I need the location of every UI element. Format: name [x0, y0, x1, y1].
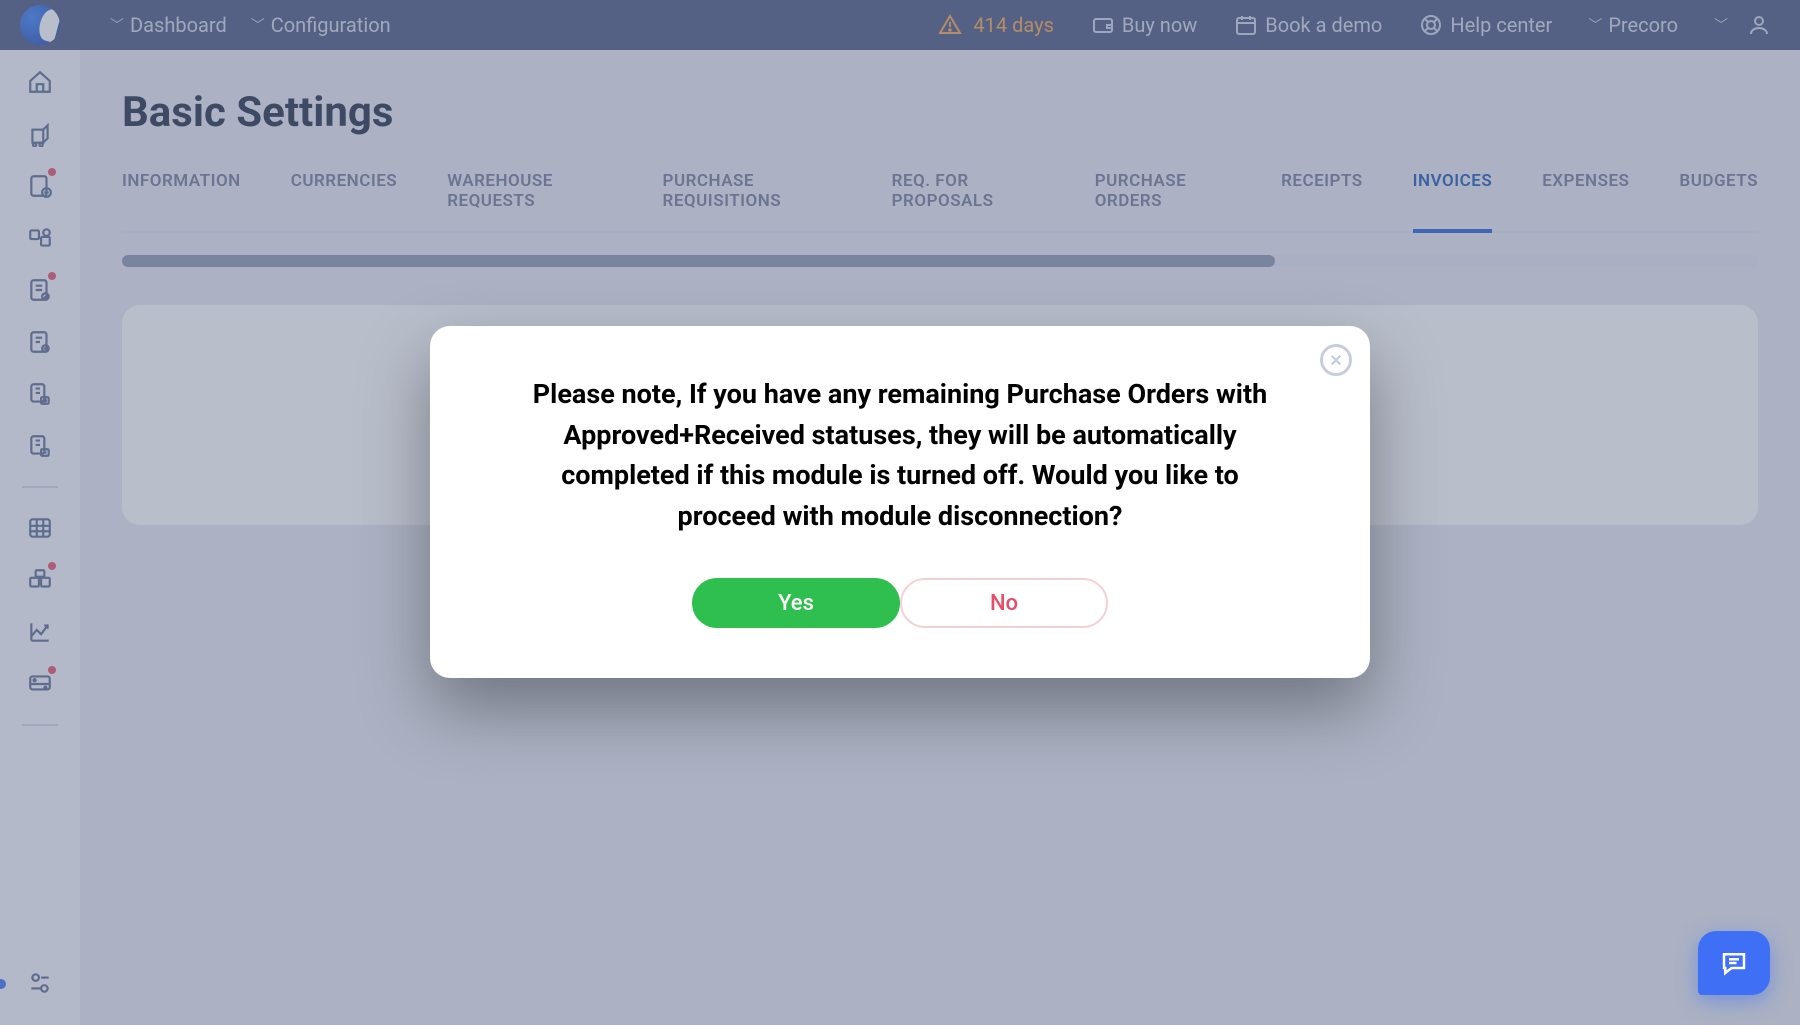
chevron-down-icon: ﹀ [251, 15, 265, 35]
nav-configuration[interactable]: ﹀ Configuration [251, 13, 391, 37]
confirm-modal: ✕ Please note, If you have any remaining… [430, 326, 1370, 678]
scrollbar-thumb[interactable] [122, 255, 1275, 267]
sidebar-item-invoices[interactable] [18, 372, 62, 416]
tab-scrollbar[interactable] [122, 255, 1758, 267]
chat-widget[interactable] [1698, 931, 1770, 995]
sidebar-item-receipts[interactable] [18, 320, 62, 364]
confirm-no-button[interactable]: No [900, 578, 1108, 628]
chevron-down-icon[interactable]: ﹀ [1714, 15, 1728, 35]
buy-now-label: Buy now [1122, 13, 1197, 37]
tab-purchase-orders[interactable]: PURCHASE ORDERS [1095, 171, 1231, 231]
trial-days[interactable]: 414 days [937, 12, 1053, 38]
tab-currencies[interactable]: CURRENCIES [291, 171, 397, 231]
confirm-yes-button[interactable]: Yes [692, 578, 900, 628]
chevron-down-icon: ﹀ [1588, 15, 1602, 35]
company-switcher[interactable]: ﹀ Precoro [1588, 13, 1678, 37]
tab-invoices[interactable]: INVOICES [1413, 171, 1493, 231]
warning-icon [937, 12, 963, 38]
tab-expenses[interactable]: EXPENSES [1542, 171, 1629, 231]
book-demo-label: Book a demo [1265, 13, 1382, 37]
active-dot [0, 979, 6, 989]
page-title: Basic Settings [122, 88, 1758, 137]
buy-now-button[interactable]: Buy now [1090, 12, 1197, 38]
sidebar-item-reports[interactable] [18, 610, 62, 654]
help-center-button[interactable]: Help center [1418, 12, 1552, 38]
calendar-icon [1233, 12, 1259, 38]
sidebar-item-suppliers[interactable] [18, 558, 62, 602]
chevron-down-icon: ﹀ [110, 15, 124, 35]
sidebar-item-expenses[interactable] [18, 424, 62, 468]
tab-receipts[interactable]: RECEIPTS [1281, 171, 1363, 231]
sidebar-item-orders[interactable] [18, 268, 62, 312]
tabs: INFORMATION CURRENCIES WAREHOUSE REQUEST… [122, 171, 1758, 233]
modal-message: Please note, If you have any remaining P… [488, 374, 1312, 536]
sidebar-divider [22, 486, 58, 488]
tab-budgets[interactable]: BUDGETS [1679, 171, 1758, 231]
sidebar-item-settings[interactable] [18, 961, 62, 1005]
close-icon: ✕ [1329, 351, 1342, 370]
book-demo-button[interactable]: Book a demo [1233, 12, 1382, 38]
user-icon[interactable] [1746, 12, 1772, 38]
nav-label: Configuration [271, 13, 391, 37]
sidebar-item-home[interactable] [18, 60, 62, 104]
company-label: Precoro [1608, 13, 1678, 37]
tab-warehouse-requests[interactable]: WAREHOUSE REQUESTS [447, 171, 612, 231]
tab-req-for-proposals[interactable]: REQ. FOR PROPOSALS [892, 171, 1045, 231]
nav-dashboard[interactable]: ﹀ Dashboard [110, 13, 227, 37]
tab-information[interactable]: INFORMATION [122, 171, 241, 231]
app-logo[interactable] [0, 5, 80, 45]
sidebar-item-requisitions[interactable] [18, 164, 62, 208]
sidebar [0, 50, 80, 1025]
help-center-label: Help center [1450, 13, 1552, 37]
chat-icon [1719, 948, 1749, 978]
lifebuoy-icon [1418, 12, 1444, 38]
wallet-icon [1090, 12, 1116, 38]
sidebar-item-integrations[interactable] [18, 662, 62, 706]
sidebar-divider [22, 724, 58, 726]
sidebar-item-warehouse[interactable] [18, 112, 62, 156]
tab-purchase-requisitions[interactable]: PURCHASE REQUISITIONS [663, 171, 842, 231]
sidebar-item-proposals[interactable] [18, 216, 62, 260]
trial-days-text: 414 days [973, 13, 1053, 37]
nav-label: Dashboard [130, 13, 227, 37]
topbar: ﹀ Dashboard ﹀ Configuration 414 days Buy… [0, 0, 1800, 50]
sidebar-item-budgets[interactable] [18, 506, 62, 550]
modal-close-button[interactable]: ✕ [1320, 344, 1352, 376]
